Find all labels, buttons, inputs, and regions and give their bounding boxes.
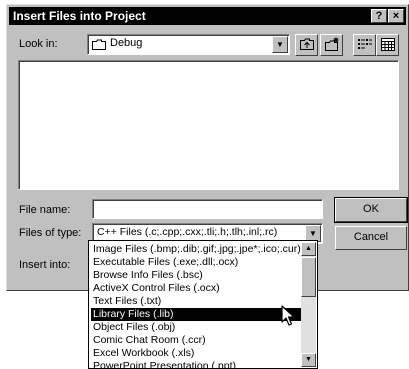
create-new-folder-button[interactable] [320, 34, 343, 56]
ok-button[interactable]: OK [334, 197, 408, 223]
mouse-cursor-icon [281, 305, 295, 330]
folder-icon [92, 39, 106, 53]
files-of-type-label: Files of type: [19, 227, 82, 239]
insert-into-label: Insert into: [19, 259, 71, 271]
title-bar: Insert Files into Project ? × [9, 7, 406, 25]
file-type-option-selected[interactable]: Library Files (.lib) [91, 308, 302, 321]
help-button[interactable]: ? [371, 9, 387, 23]
look-in-value: Debug [110, 37, 143, 49]
scroll-down-button[interactable]: ▼ [301, 353, 316, 367]
dialog-title: Insert Files into Project [13, 9, 146, 23]
file-type-option[interactable]: Comic Chat Room (.ccr) [91, 334, 302, 347]
up-one-level-button[interactable] [295, 34, 318, 56]
file-type-option[interactable]: Image Files (.bmp;.dib;.gif;.jpg;.jpe*;.… [91, 243, 302, 256]
file-type-option[interactable]: Object Files (.obj) [91, 321, 302, 334]
file-type-option[interactable]: PowerPoint Presentation (.ppt) [91, 360, 302, 368]
file-type-option[interactable]: Excel Workbook (.xls) [91, 347, 302, 360]
list-view-button[interactable] [353, 34, 376, 56]
file-type-option[interactable]: ActiveX Control Files (.ocx) [91, 282, 302, 295]
scroll-thumb[interactable] [301, 257, 316, 297]
dropdown-scrollbar[interactable]: ▲ ▼ [301, 242, 316, 367]
file-type-option[interactable]: Text Files (.txt) [91, 295, 302, 308]
close-button[interactable]: × [388, 9, 404, 23]
scroll-up-button[interactable]: ▲ [301, 242, 316, 256]
look-in-combobox[interactable]: Debug ▼ [87, 34, 290, 55]
file-type-option[interactable]: Browse Info Files (.bsc) [91, 269, 302, 282]
look-in-dropdown-button[interactable]: ▼ [272, 36, 288, 53]
cancel-button[interactable]: Cancel [335, 226, 407, 250]
file-name-label: File name: [19, 204, 71, 216]
file-list[interactable] [18, 60, 399, 190]
details-view-button[interactable] [376, 34, 399, 56]
look-in-label: Look in: [19, 38, 58, 50]
file-name-input[interactable] [92, 199, 323, 219]
files-of-type-value: C++ Files (.c;.cpp;.cxx;.tli;.h;.tlh;.in… [97, 226, 278, 238]
file-type-option[interactable]: Executable Files (.exe;.dll;.ocx) [91, 256, 302, 269]
